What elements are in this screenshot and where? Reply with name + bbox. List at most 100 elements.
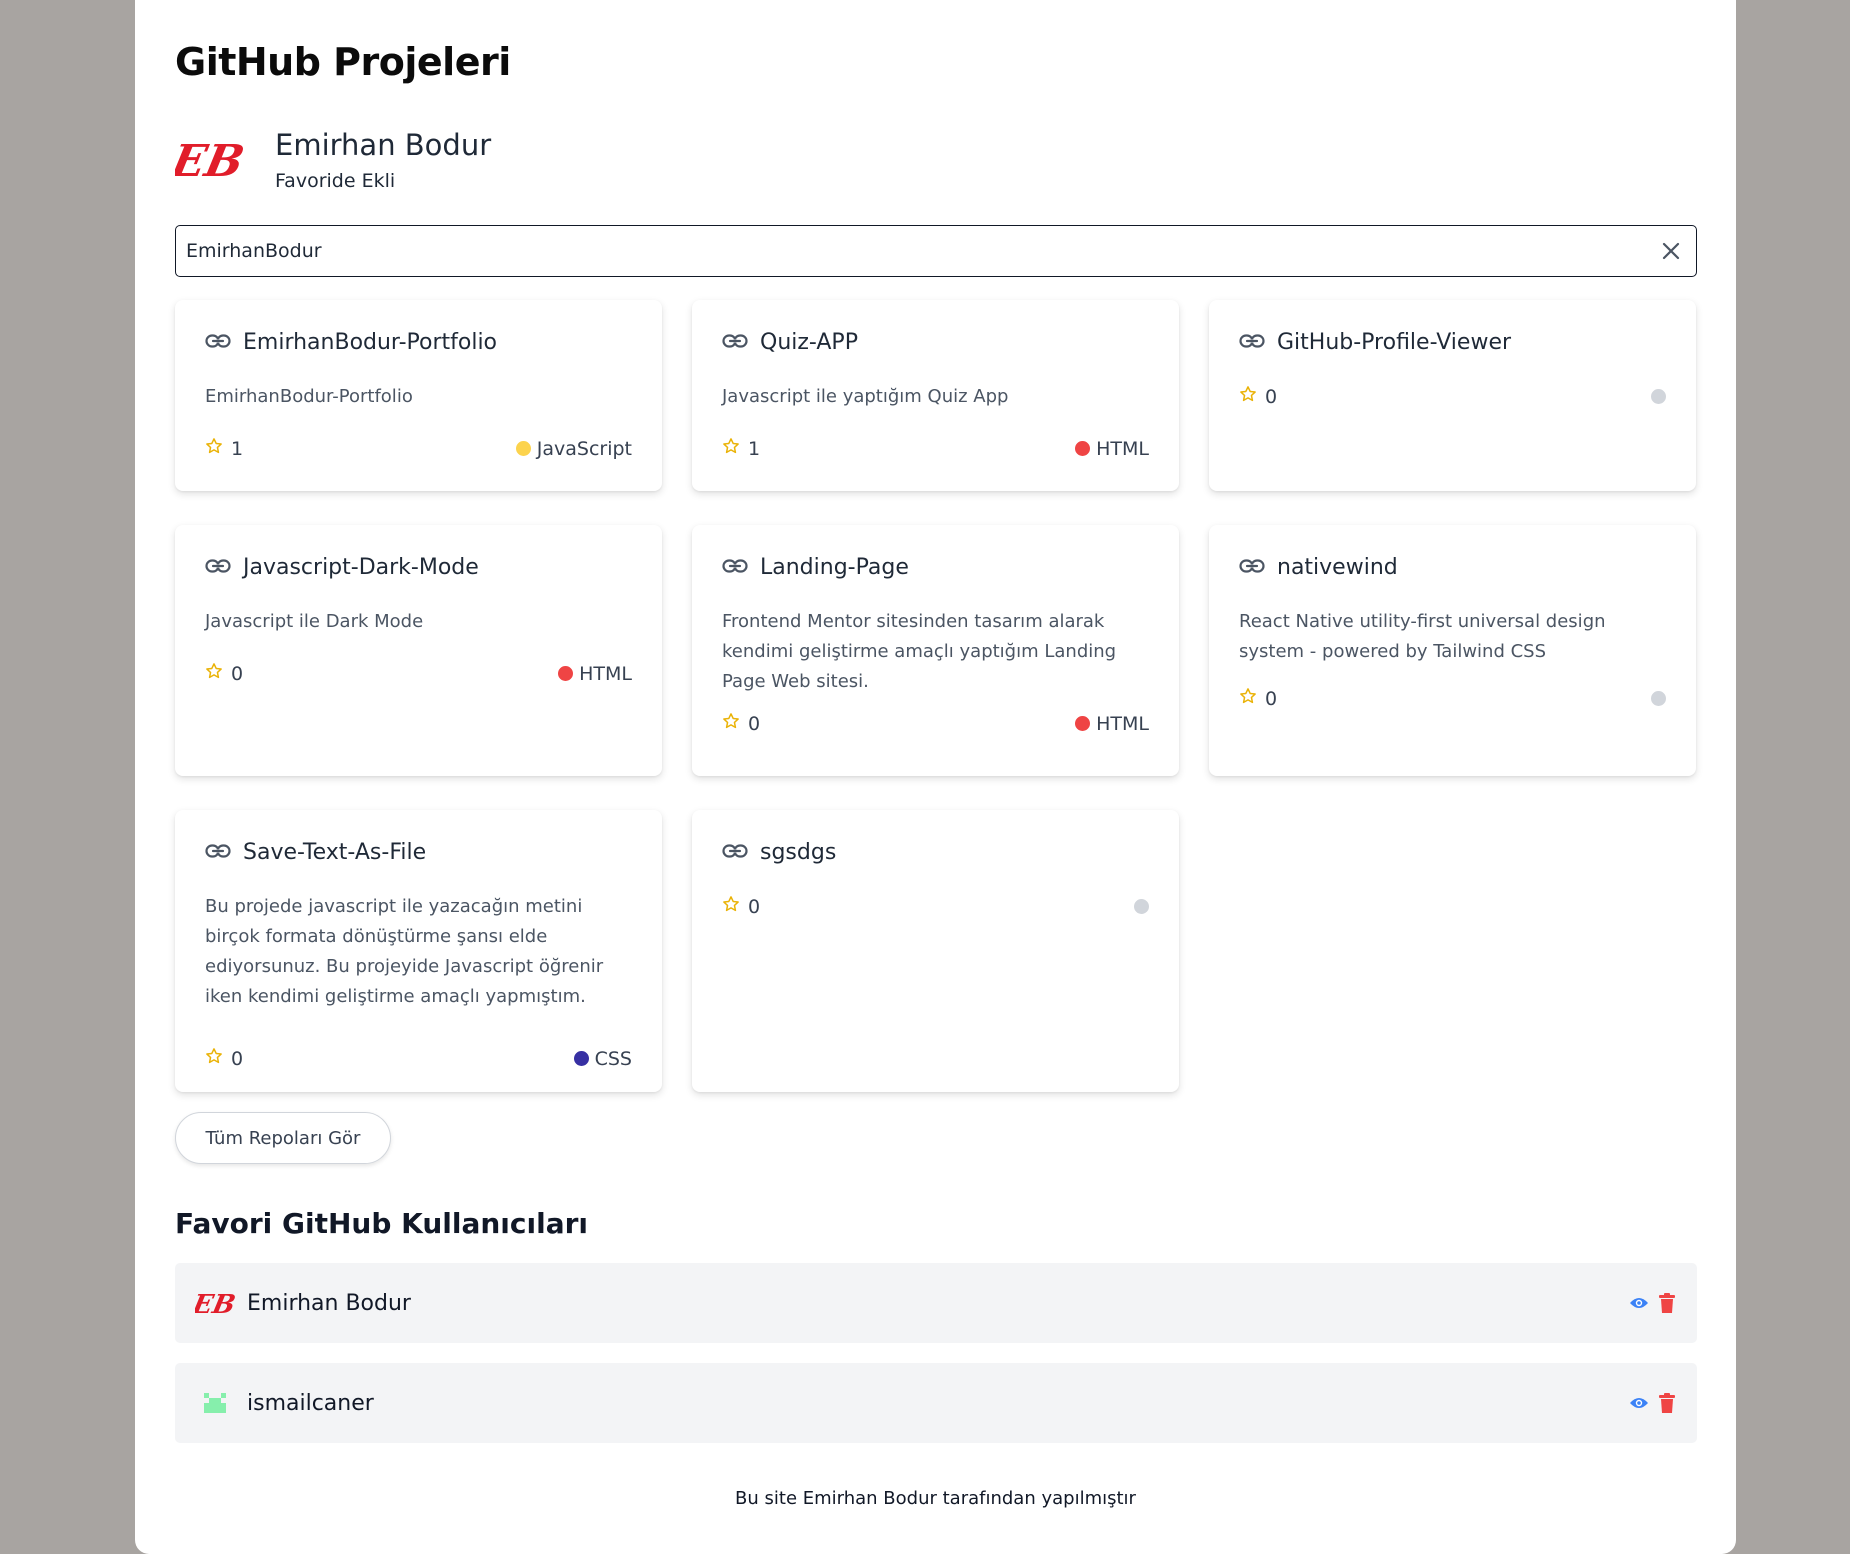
star-count: 1 <box>748 437 761 460</box>
repo-card[interactable]: EmirhanBodur-Portfolio EmirhanBodur-Portf… <box>175 300 662 491</box>
star-count: 1 <box>231 437 244 460</box>
repo-stars: 0 <box>1239 687 1277 710</box>
svg-text:EB: EB <box>175 135 245 186</box>
repo-description: Frontend Mentor sitesinden tasarım alara… <box>722 611 1117 692</box>
favorite-status: Favoride Ekli <box>275 170 396 192</box>
repo-language <box>1651 691 1666 706</box>
language-color-dot <box>573 1051 589 1066</box>
repo-name[interactable]: Javascript-Dark-Mode <box>243 555 479 580</box>
language-color-dot <box>1651 691 1666 706</box>
repo-stars: 1 <box>205 437 243 460</box>
link-icon <box>205 843 231 862</box>
site-footer: Bu site Emirhan Bodur tarafından yapılmı… <box>735 1488 1136 1509</box>
repo-stars: 0 <box>205 662 243 685</box>
language-label: CSS <box>594 1047 632 1070</box>
link-icon <box>722 333 748 352</box>
language-label: HTML <box>579 662 632 685</box>
language-color-dot <box>515 441 531 456</box>
language-label: JavaScript <box>536 437 632 460</box>
repo-name[interactable]: Save-Text-As-File <box>243 840 426 865</box>
link-icon <box>722 558 748 577</box>
page-title: GitHub Projeleri <box>175 40 511 84</box>
link-icon <box>1239 558 1265 577</box>
svg-text:EB: EB <box>195 1289 235 1320</box>
star-icon <box>722 895 740 918</box>
eb-logo-icon: EB <box>175 135 245 186</box>
repo-stars: 0 <box>722 895 760 918</box>
trash-icon[interactable] <box>1659 1393 1675 1413</box>
repo-description: React Native utility-first universal des… <box>1239 611 1606 662</box>
link-icon <box>1239 333 1265 352</box>
repo-language: JavaScript <box>515 437 632 460</box>
main-panel: GitHub Projeleri EB Emirhan Bodur Favori… <box>135 0 1736 1554</box>
language-color-dot <box>1134 899 1149 914</box>
repo-card[interactable]: Landing-Page Frontend Mentor sitesinden t… <box>692 525 1179 776</box>
star-icon <box>205 662 223 685</box>
language-label: HTML <box>1096 712 1149 735</box>
repo-description: Javascript ile yaptığım Quiz App <box>722 386 1009 407</box>
star-count: 0 <box>748 712 761 735</box>
all-repos-button[interactable]: Tüm Repoları Gör <box>175 1112 391 1164</box>
favorites-title: Favori GitHub Kullanıcıları <box>175 1207 588 1240</box>
favorite-user-name: ismailcaner <box>247 1390 374 1416</box>
favorite-user-name: Emirhan Bodur <box>247 1290 411 1316</box>
favorite-user-row[interactable]: ismailcaner <box>175 1363 1697 1443</box>
repo-name[interactable]: EmirhanBodur-Portfolio <box>243 330 497 355</box>
favorite-user-row[interactable]: EB Emirhan Bodur <box>175 1263 1697 1343</box>
link-icon <box>205 558 231 577</box>
star-icon <box>205 1047 223 1070</box>
language-color-dot <box>1651 389 1666 404</box>
star-icon <box>722 437 740 460</box>
eye-icon[interactable] <box>1629 1396 1649 1410</box>
star-icon <box>1239 687 1257 710</box>
repo-language: CSS <box>573 1047 632 1070</box>
trash-icon[interactable] <box>1659 1293 1675 1313</box>
eb-avatar-icon: EB <box>195 1289 235 1320</box>
profile-name: Emirhan Bodur <box>275 128 492 162</box>
language-color-dot <box>1075 441 1091 456</box>
search-input[interactable] <box>176 226 1646 276</box>
repo-description: Javascript ile Dark Mode <box>205 611 424 632</box>
star-icon <box>205 437 223 460</box>
repo-stars: 0 <box>722 712 760 735</box>
star-count: 0 <box>748 895 761 918</box>
repo-description: EmirhanBodur-Portfolio <box>205 386 413 407</box>
repo-language <box>1651 389 1666 404</box>
repo-stars: 0 <box>1239 385 1277 408</box>
repo-name[interactable]: Quiz-APP <box>760 330 858 355</box>
star-count: 0 <box>1265 385 1278 408</box>
link-icon <box>205 333 231 352</box>
eye-icon[interactable] <box>1629 1296 1649 1310</box>
repo-language <box>1134 899 1149 914</box>
language-color-dot <box>558 666 574 681</box>
repo-language: HTML <box>1075 438 1149 460</box>
repo-card[interactable]: GitHub-Profile-Viewer 0 <box>1209 300 1696 491</box>
repo-name[interactable]: sgsdgs <box>760 840 836 865</box>
link-icon <box>722 843 748 862</box>
star-count: 0 <box>1265 687 1278 710</box>
repo-name[interactable]: GitHub-Profile-Viewer <box>1277 330 1511 355</box>
close-icon[interactable] <box>1646 226 1696 276</box>
star-icon <box>1239 385 1257 408</box>
repo-card[interactable]: nativewind React Native utility-first uni… <box>1209 525 1696 776</box>
repo-card[interactable]: Javascript-Dark-Mode Javascript ile Dark … <box>175 525 662 776</box>
profile-logo: EB <box>175 125 245 195</box>
repo-language: HTML <box>558 663 632 685</box>
repo-description: Bu projede javascript ile yazacağın meti… <box>205 896 604 1007</box>
profile-header: EB Emirhan Bodur Favoride Ekli <box>175 120 491 200</box>
language-label: HTML <box>1096 437 1149 460</box>
repo-stars: 1 <box>722 437 760 460</box>
star-count: 0 <box>231 1047 244 1070</box>
repo-stars: 0 <box>205 1047 243 1070</box>
search-bar <box>175 225 1697 277</box>
repo-name[interactable]: nativewind <box>1277 555 1398 580</box>
star-count: 0 <box>231 662 244 685</box>
repo-language: HTML <box>1075 713 1149 735</box>
identicon-avatar-icon <box>199 1389 231 1417</box>
repo-card[interactable]: sgsdgs 0 <box>692 810 1179 1092</box>
repo-card[interactable]: Quiz-APP Javascript ile yaptığım Quiz App… <box>692 300 1179 491</box>
repo-card[interactable]: Save-Text-As-File Bu projede javascript i… <box>175 810 662 1092</box>
repo-name[interactable]: Landing-Page <box>760 555 909 580</box>
language-color-dot <box>1075 716 1091 731</box>
star-icon <box>722 712 740 735</box>
